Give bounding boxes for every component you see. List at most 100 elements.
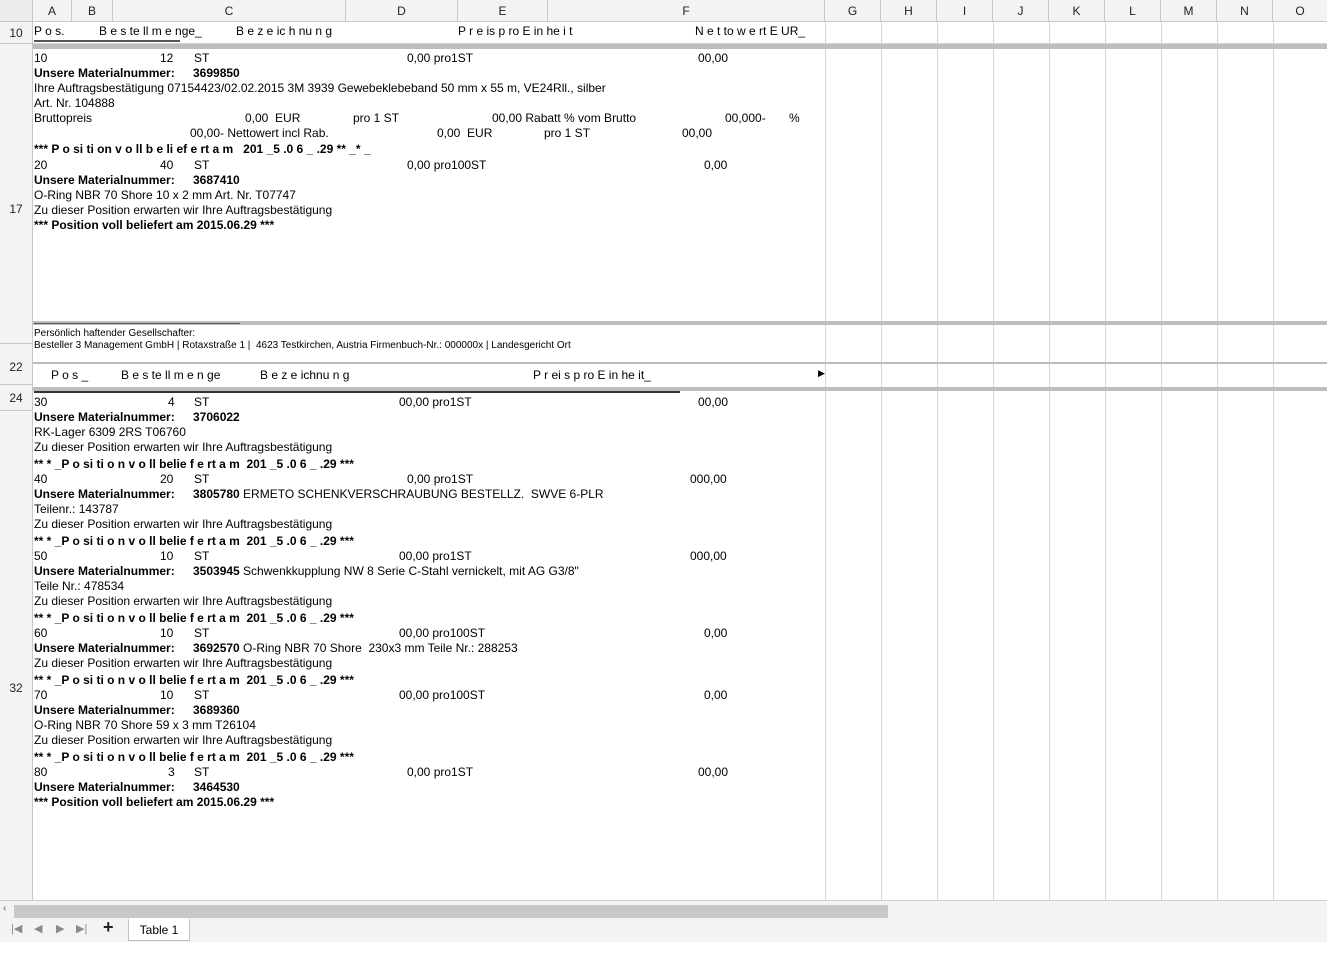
col-header-n[interactable]: N — [1217, 0, 1273, 21]
position-status[interactable]: *** P o si ti on v o ll b e li ef e rt a… — [34, 142, 371, 157]
confirmation-note[interactable]: Zu dieser Position erwarten wir Ihre Auf… — [34, 733, 332, 748]
material-label[interactable]: Unsere Materialnummer: — [34, 66, 175, 81]
material-number[interactable]: 3689360 — [193, 703, 240, 718]
position-status[interactable]: ** * _P o si ti o n v o ll belie f e rt … — [34, 534, 354, 549]
pos-number[interactable]: 10 — [34, 51, 47, 66]
last-sheet-icon[interactable]: ▶| — [76, 922, 87, 935]
col-header-j[interactable]: J — [993, 0, 1049, 21]
net-value[interactable]: 000,00 — [690, 472, 727, 487]
header-menge[interactable]: B e s te ll m e n ge — [121, 368, 220, 383]
row-header-24[interactable]: 24 — [0, 385, 32, 411]
pos-number[interactable]: 40 — [34, 472, 47, 487]
description-line[interactable]: Teilenr.: 143787 — [34, 502, 119, 517]
first-sheet-icon[interactable]: |◀ — [11, 922, 22, 935]
unit[interactable]: ST — [194, 158, 209, 173]
material-label[interactable]: Unsere Materialnummer: — [34, 641, 175, 656]
unit[interactable]: ST — [194, 549, 209, 564]
rabatt-label[interactable]: 00,00 Rabatt % vom Brutto — [492, 111, 636, 126]
add-sheet-icon[interactable]: + — [103, 917, 114, 938]
scroll-left-icon[interactable]: ‹ — [3, 903, 6, 914]
material-label[interactable]: Unsere Materialnummer: — [34, 173, 175, 188]
sheet-tab[interactable]: Table 1 — [128, 918, 190, 941]
confirmation-note[interactable]: Zu dieser Position erwarten wir Ihre Auf… — [34, 517, 332, 532]
unit[interactable]: ST — [194, 395, 209, 410]
pos-number[interactable]: 20 — [34, 158, 47, 173]
header-netto[interactable]: N e t to w e rt E UR_ — [695, 24, 805, 39]
net-value[interactable]: 00,00 — [698, 395, 728, 410]
pos-number[interactable]: 80 — [34, 765, 47, 780]
quantity[interactable]: 10 — [160, 626, 173, 641]
position-status[interactable]: ** * _P o si ti o n v o ll belie f e rt … — [34, 611, 354, 626]
net-value[interactable]: 000,00 — [690, 549, 727, 564]
position-status[interactable]: ** * _P o si ti o n v o ll belie f e rt … — [34, 457, 354, 472]
brutto-label[interactable]: Bruttopreis — [34, 111, 92, 126]
net-value[interactable]: 00,00 — [698, 765, 728, 780]
confirmation-note[interactable]: Zu dieser Position erwarten wir Ihre Auf… — [34, 656, 332, 671]
col-header-g[interactable]: G — [825, 0, 881, 21]
description-line[interactable]: Art. Nr. 104888 — [34, 96, 115, 111]
footer-line-2[interactable]: Besteller 3 Management GmbH | Rotaxstraß… — [34, 339, 571, 352]
per-unit[interactable]: pro 1 ST — [353, 111, 399, 126]
row-header-17[interactable]: 17 — [0, 44, 32, 344]
material-label[interactable]: Unsere Materialnummer: — [34, 780, 175, 795]
material-number[interactable]: 3805780 ERMETO SCHENKVERSCHRAUBUNG BESTE… — [193, 487, 604, 502]
col-header-o[interactable]: O — [1273, 0, 1327, 21]
material-label[interactable]: Unsere Materialnummer: — [34, 564, 175, 579]
netto-label[interactable]: 00,00- Nettowert incl Rab. — [190, 126, 329, 141]
material-label[interactable]: Unsere Materialnummer: — [34, 410, 175, 425]
description-line[interactable]: RK-Lager 6309 2RS T06760 — [34, 425, 186, 440]
net-value[interactable]: 00,00 — [698, 51, 728, 66]
unit[interactable]: ST — [194, 51, 209, 66]
col-header-m[interactable]: M — [1161, 0, 1217, 21]
col-header-h[interactable]: H — [881, 0, 937, 21]
material-number[interactable]: 3692570 O-Ring NBR 70 Shore 230x3 mm Tei… — [193, 641, 518, 656]
select-all-corner[interactable] — [0, 0, 33, 21]
netto-value[interactable]: 0,00 EUR — [437, 126, 492, 141]
unit[interactable]: ST — [194, 688, 209, 703]
quantity[interactable]: 12 — [160, 51, 173, 66]
position-status[interactable]: *** Position voll beliefert am 2015.06.2… — [34, 795, 274, 810]
confirmation-note[interactable]: Zu dieser Position erwarten wir Ihre Auf… — [34, 594, 332, 609]
col-header-a[interactable]: A — [33, 0, 72, 21]
position-status[interactable]: ** * _P o si ti o n v o ll belie f e rt … — [34, 750, 354, 765]
net-value[interactable]: 0,00 — [704, 626, 727, 641]
quantity[interactable]: 10 — [160, 688, 173, 703]
header-preis[interactable]: P r e is p ro E in he i t — [458, 24, 573, 39]
quantity[interactable]: 40 — [160, 158, 173, 173]
pos-number[interactable]: 50 — [34, 549, 47, 564]
quantity[interactable]: 4 — [168, 395, 175, 410]
header-preis[interactable]: P r ei s p ro E in he it_ — [533, 368, 651, 383]
col-header-l[interactable]: L — [1105, 0, 1161, 21]
col-header-b[interactable]: B — [72, 0, 113, 21]
per-unit[interactable]: pro 1 ST — [544, 126, 590, 141]
quantity[interactable]: 10 — [160, 549, 173, 564]
next-sheet-icon[interactable]: ▶ — [56, 922, 64, 935]
unit-price[interactable]: 0,00 pro1ST — [407, 51, 473, 66]
col-header-e[interactable]: E — [458, 0, 548, 21]
unit[interactable]: ST — [194, 765, 209, 780]
description-line[interactable]: Ihre Auftragsbestätigung 07154423/02.02.… — [34, 81, 606, 96]
pos-number[interactable]: 30 — [34, 395, 47, 410]
prev-sheet-icon[interactable]: ◀ — [34, 922, 42, 935]
unit-price[interactable]: 0,00 pro1ST — [407, 765, 473, 780]
horizontal-scrollbar[interactable] — [14, 905, 888, 918]
percent-sign[interactable]: % — [789, 111, 800, 126]
description-line[interactable]: O-Ring NBR 70 Shore 10 x 2 mm Art. Nr. T… — [34, 188, 296, 203]
pos-number[interactable]: 70 — [34, 688, 47, 703]
unit-price[interactable]: 00,00 pro100ST — [399, 688, 485, 703]
description-line[interactable]: O-Ring NBR 70 Shore 59 x 3 mm T26104 — [34, 718, 256, 733]
material-number[interactable]: 3503945 Schwenkkupplung NW 8 Serie C-Sta… — [193, 564, 579, 579]
description-line[interactable]: Teile Nr.: 478534 — [34, 579, 124, 594]
unit[interactable]: ST — [194, 472, 209, 487]
header-menge[interactable]: B e s te ll m e nge_ — [99, 24, 202, 39]
position-status[interactable]: *** Position voll beliefert am 2015.06.2… — [34, 218, 274, 233]
col-header-c[interactable]: C — [113, 0, 346, 21]
header-pos[interactable]: P o s. — [34, 24, 64, 39]
unit-price[interactable]: 00,00 pro1ST — [399, 549, 472, 564]
row-header-22[interactable]: 22 — [0, 344, 32, 385]
net-value[interactable]: 0,00 — [704, 688, 727, 703]
header-pos[interactable]: P o s _ — [51, 368, 88, 383]
position-status[interactable]: ** * _P o si ti o n v o ll belie f e rt … — [34, 673, 354, 688]
quantity[interactable]: 3 — [168, 765, 175, 780]
confirmation-note[interactable]: Zu dieser Position erwarten wir Ihre Auf… — [34, 440, 332, 455]
